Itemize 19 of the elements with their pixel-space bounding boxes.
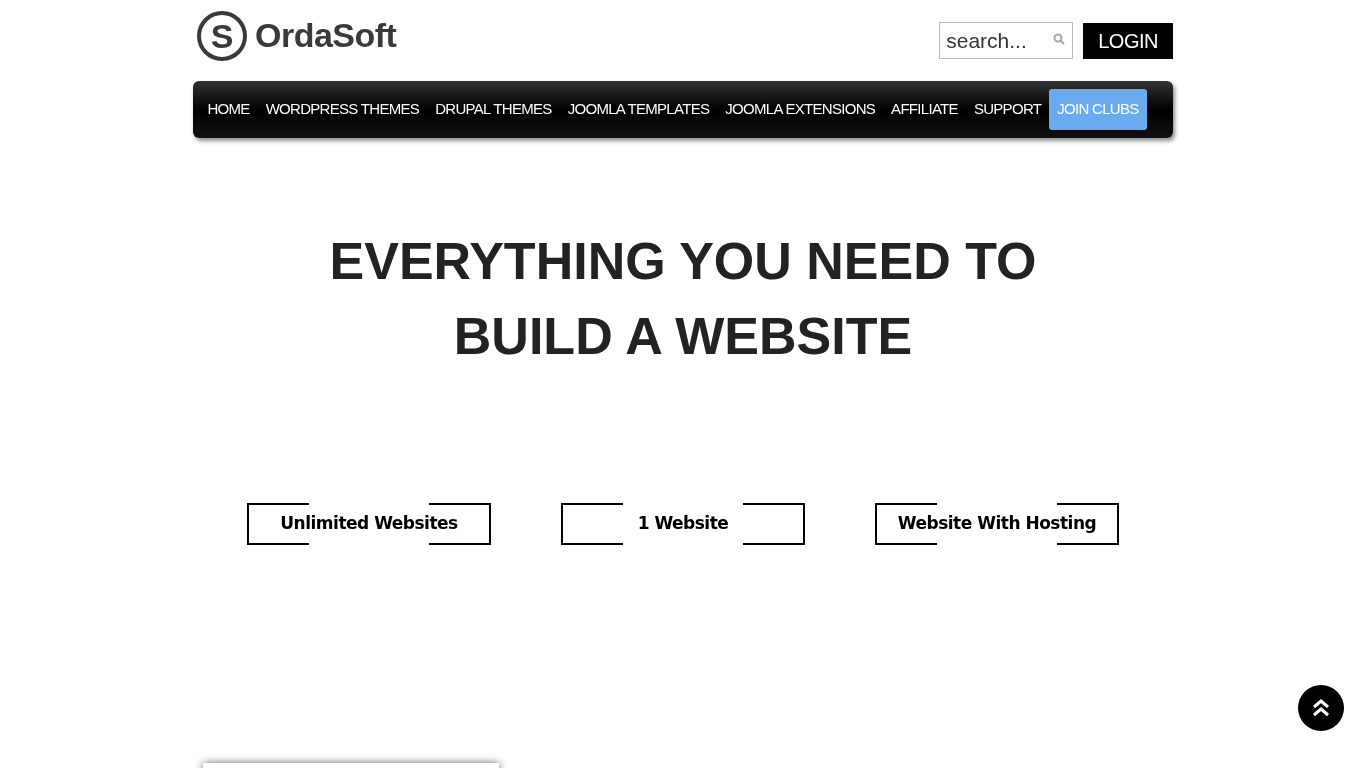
logo-text[interactable]: OrdaSoft xyxy=(255,10,397,61)
hero-heading: EVERYTHING YOU NEED TO xyxy=(329,232,1037,290)
plan-tab[interactable]: 1 Website xyxy=(561,503,805,545)
nav-link[interactable]: JOOMLA TEMPLATES xyxy=(559,89,718,130)
plan-tab[interactable]: Unlimited Websites xyxy=(247,503,491,545)
search-icon xyxy=(1053,33,1066,45)
nav-link[interactable]: SUPPORT xyxy=(965,89,1050,130)
hero-heading: BUILD A WEBSITE xyxy=(453,307,913,365)
nav-link[interactable]: AFFILIATE xyxy=(883,89,966,130)
nav-link[interactable]: HOME xyxy=(199,89,258,130)
scroll-to-top-button[interactable] xyxy=(1298,685,1344,731)
logo-mark[interactable]: S xyxy=(197,10,247,61)
double-chevron-up-icon xyxy=(1312,698,1330,718)
search-field[interactable]: search... xyxy=(939,22,1074,59)
nav-link[interactable]: WORDPRESS THEMES xyxy=(257,89,428,130)
login-button[interactable]: LOGIN xyxy=(1083,22,1173,59)
nav-link[interactable]: DRUPAL THEMES xyxy=(427,89,560,130)
plan-tab[interactable]: Website With Hosting xyxy=(875,503,1119,545)
nav-link[interactable]: JOOMLA EXTENSIONS xyxy=(717,89,884,130)
